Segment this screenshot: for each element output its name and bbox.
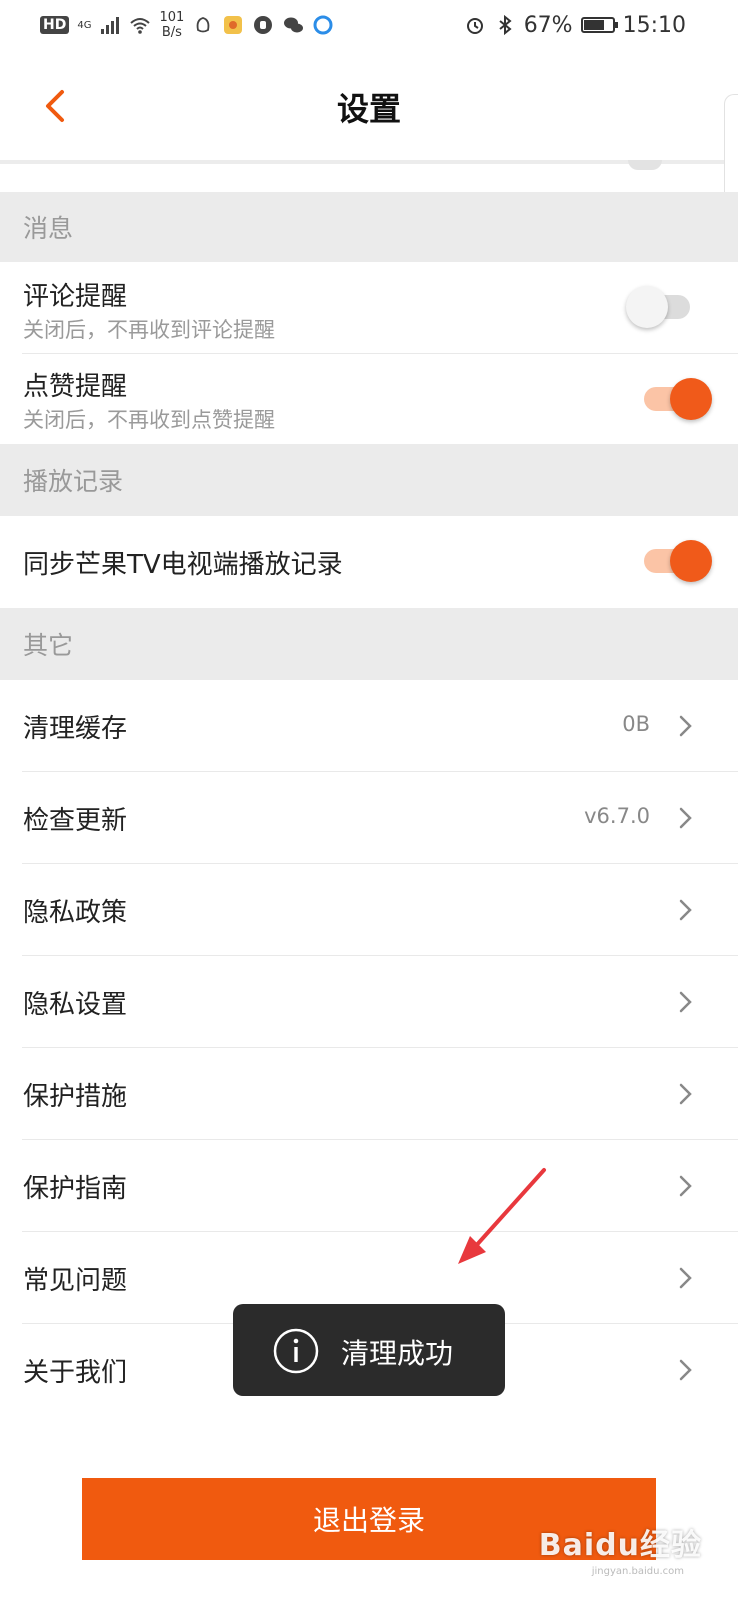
like-reminder-toggle[interactable] [640, 378, 712, 420]
watermark-logo: Baidu经验 [538, 1528, 702, 1563]
settings-item-label: 清理缓存 [23, 714, 128, 744]
settings-item[interactable]: 保护措施 [0, 1048, 738, 1140]
section-title: 消息 [23, 214, 74, 243]
speed-value: 101 [159, 10, 185, 25]
comment-reminder-toggle[interactable] [626, 286, 696, 328]
signal-icon [101, 17, 120, 34]
settings-item-value: 0B [622, 712, 650, 736]
section-title: 播放记录 [23, 467, 124, 496]
chevron-right-icon [679, 1175, 692, 1197]
setting-description: 关闭后，不再收到点赞提醒 [23, 408, 275, 432]
network-type: 4G [77, 19, 92, 31]
setting-label: 点赞提醒 [23, 372, 128, 402]
info-icon [273, 1328, 319, 1374]
settings-item[interactable]: 清理缓存 0B [0, 680, 738, 772]
network-speed: 101 B/s [159, 10, 184, 40]
chevron-right-icon [679, 899, 692, 921]
toast-clean-success: 清理成功 [233, 1304, 505, 1396]
wechat-icon [284, 17, 304, 33]
status-right: 67% 15:10 [464, 10, 686, 40]
settings-item-label: 常见问题 [23, 1266, 128, 1296]
settings-item[interactable]: 隐私设置 [0, 956, 738, 1048]
app-notification-icon [224, 16, 243, 34]
settings-item[interactable]: 隐私政策 [0, 864, 738, 956]
settings-item-label: 隐私设置 [23, 990, 128, 1020]
chevron-right-icon [679, 991, 692, 1013]
status-bar: HD 4G 101 B/s 67% 15:10 [0, 0, 738, 52]
hd-indicator: HD [40, 16, 70, 34]
hand-icon [254, 16, 273, 34]
watermark-url: jingyan.baidu.com [591, 1566, 684, 1577]
setting-label: 评论提醒 [23, 282, 128, 312]
setting-label: 同步芒果TV电视端播放记录 [23, 550, 343, 580]
wifi-icon [130, 18, 151, 34]
settings-item-label: 隐私政策 [23, 898, 128, 928]
bluetooth-icon [499, 14, 512, 36]
page-title: 设置 [336, 90, 401, 128]
browser-icon [313, 15, 333, 35]
section-header-messages: 消息 [0, 192, 738, 262]
settings-item-label: 关于我们 [23, 1358, 128, 1388]
settings-item-label: 保护指南 [23, 1174, 128, 1204]
annotation-arrow-icon [458, 1168, 546, 1264]
toast-text: 清理成功 [341, 1337, 454, 1370]
chevron-right-icon [679, 1267, 692, 1289]
clock: 15:10 [622, 12, 686, 38]
settings-screen: HD 4G 101 B/s 67% 15:10 设置 消息 评论提醒 关闭后，不… [0, 0, 738, 1600]
speed-unit: B/s [161, 25, 182, 40]
chevron-right-icon [679, 715, 692, 737]
chevron-right-icon [679, 1083, 692, 1105]
battery-icon [580, 17, 618, 33]
setting-comment-reminder[interactable]: 评论提醒 关闭后，不再收到评论提醒 [0, 262, 738, 354]
settings-item[interactable]: 保护指南 [0, 1140, 738, 1232]
settings-item[interactable]: 检查更新 v6.7.0 [0, 772, 738, 864]
nav-header: 设置 [0, 52, 738, 160]
setting-description: 关闭后，不再收到评论提醒 [23, 318, 275, 342]
settings-item-label: 保护措施 [23, 1082, 128, 1112]
sync-tv-history-toggle[interactable] [640, 540, 712, 582]
partial-toggle-peek [628, 160, 662, 170]
setting-sync-tv-history[interactable]: 同步芒果TV电视端播放记录 [0, 516, 738, 608]
section-header-playback: 播放记录 [0, 444, 738, 516]
status-left: HD 4G 101 B/s [40, 10, 334, 40]
setting-like-reminder[interactable]: 点赞提醒 关闭后，不再收到点赞提醒 [0, 354, 738, 444]
battery-percent: 67% [523, 12, 573, 38]
chevron-right-icon [679, 1359, 692, 1381]
settings-item-value: v6.7.0 [584, 804, 650, 828]
alarm-icon [466, 18, 483, 34]
settings-item-label: 检查更新 [23, 806, 128, 836]
section-header-other: 其它 [0, 608, 738, 680]
qq-icon [196, 17, 210, 33]
section-title: 其它 [23, 631, 74, 660]
chevron-right-icon [679, 807, 692, 829]
